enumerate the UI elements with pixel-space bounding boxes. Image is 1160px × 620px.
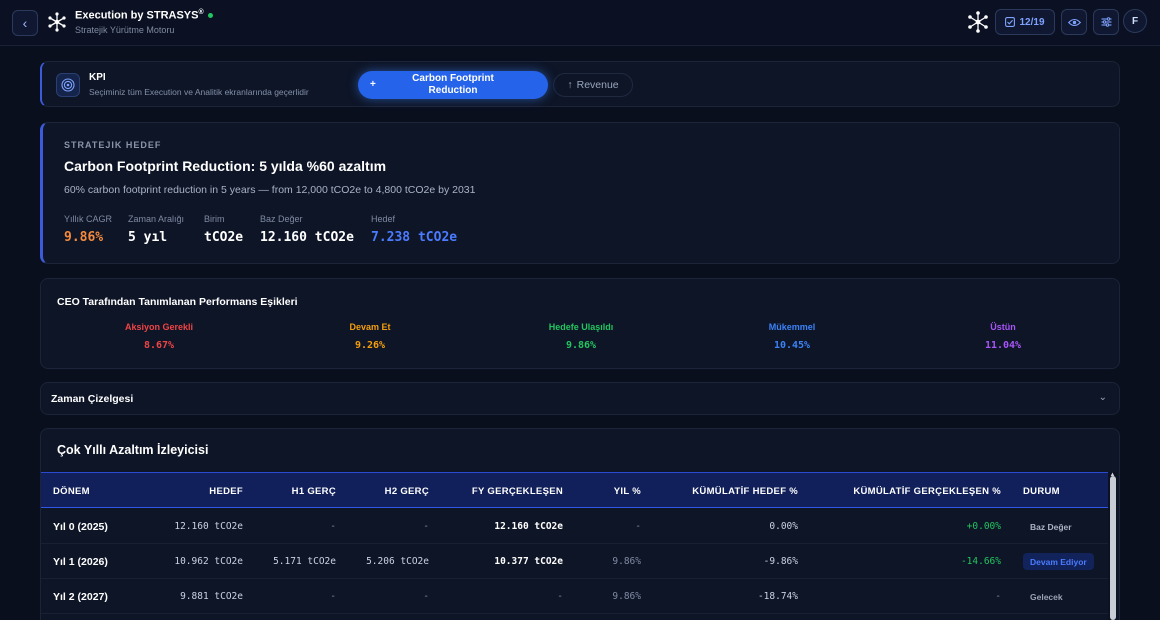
threshold-target-achieved: Hedefe Ulaşıldı 9.86%	[548, 322, 614, 351]
progress-counter-button[interactable]: 12/19	[995, 9, 1055, 35]
performance-thresholds-panel: CEO Tarafından Tanımlanan Performans Eşi…	[40, 278, 1120, 369]
timeline-accordion[interactable]: Zaman Çizelgesi ⌄	[40, 382, 1120, 415]
status-badge: Gelecek	[1030, 591, 1063, 602]
column-header: DÖNEM	[53, 486, 90, 497]
goal-title: Carbon Footprint Reduction: 5 yılda %60 …	[64, 158, 387, 174]
arrow-up-icon: ↑	[567, 79, 573, 91]
column-header: KÜMÜLATİF GERÇEKLEŞEN %	[853, 486, 1001, 497]
column-header: FY GERÇEKLEŞEN	[471, 486, 563, 497]
metric-target: Hedef 7.238 tCO2e	[371, 214, 458, 245]
strategic-goal-panel: STRATEJIK HEDEF Carbon Footprint Reducti…	[40, 122, 1120, 264]
table-row: Yıl 1 (2026) 10.962 tCO2e 5.171 tCO2e 5.…	[41, 544, 1109, 579]
scroll-up-arrow-icon[interactable]: ▲	[1108, 472, 1117, 478]
column-header: KÜMÜLATİF HEDEF %	[692, 486, 798, 497]
user-avatar[interactable]: F	[1123, 9, 1147, 33]
settings-sliders-button[interactable]	[1093, 9, 1119, 35]
kpi-selector-panel: KPI Seçiminiz tüm Execution ve Analitik …	[40, 61, 1120, 107]
network-logo-icon	[48, 12, 66, 32]
threshold-excellent: Mükemmel 10.45%	[768, 322, 816, 351]
top-bar: ‹ Execution by STRASYS® Stratejik Yürütm…	[0, 0, 1160, 46]
app-title: Execution by STRASYS®	[75, 9, 213, 22]
kpi-option-label: Carbon Footprint Reduction	[412, 73, 494, 96]
view-toggle-button[interactable]	[1061, 9, 1087, 35]
threshold-action-required: Aksiyon Gerekli 8.67%	[124, 322, 194, 351]
column-header: YIL %	[613, 486, 641, 497]
table-row: Yıl 2 (2027) 9.881 tCO2e - - - 9.86% -18…	[41, 579, 1109, 614]
metric-unit: Birim tCO2e	[204, 214, 244, 245]
tracker-title: Çok Yıllı Azaltım İzleyicisi	[57, 443, 209, 457]
checklist-icon	[1005, 17, 1016, 27]
plus-icon: +	[370, 79, 376, 90]
kpi-option-carbon-footprint[interactable]: + Carbon Footprint Reduction	[358, 71, 548, 99]
column-header: H1 GERÇ	[291, 486, 336, 497]
kpi-option-revenue[interactable]: ↑ Revenue	[553, 73, 633, 97]
status-badge: Devam Ediyor	[1023, 553, 1094, 570]
kpi-label: KPI	[89, 72, 106, 83]
network-hub-icon[interactable]	[966, 10, 990, 34]
threshold-superior: Üstün 11.04%	[984, 322, 1022, 351]
goal-kicker: STRATEJIK HEDEF	[64, 140, 162, 150]
table-row: Yıl 0 (2025) 12.160 tCO2e - - 12.160 tCO…	[41, 509, 1109, 544]
back-button[interactable]: ‹	[12, 10, 38, 36]
online-status-dot	[207, 13, 213, 19]
metric-time-range: Zaman Aralığı 5 yıl	[128, 214, 185, 245]
sliders-icon	[1101, 17, 1111, 27]
column-header: DURUM	[1023, 486, 1060, 497]
thresholds-title: CEO Tarafından Tanımlanan Performans Eşi…	[57, 296, 298, 308]
reduction-tracker-panel: Çok Yıllı Azaltım İzleyicisi DÖNEM HEDEF…	[40, 428, 1120, 620]
metric-cagr: Yıllık CAGR 9.86%	[64, 214, 113, 245]
threshold-continue: Devam Et 9.26%	[349, 322, 391, 351]
goal-description: 60% carbon footprint reduction in 5 year…	[64, 184, 476, 196]
column-header: HEDEF	[209, 486, 243, 497]
table-header: DÖNEM HEDEF H1 GERÇ H2 GERÇ FY GERÇEKLEŞ…	[41, 472, 1109, 508]
chevron-left-icon: ‹	[22, 15, 28, 31]
metric-base-value: Baz Değer 12.160 tCO2e	[260, 214, 354, 245]
app-subtitle: Stratejik Yürütme Motoru	[75, 25, 175, 35]
timeline-title: Zaman Çizelgesi	[51, 393, 134, 405]
kpi-hint: Seçiminiz tüm Execution ve Analitik ekra…	[89, 87, 309, 97]
target-icon	[56, 73, 80, 97]
eye-icon	[1067, 18, 1081, 26]
kpi-option-label: Revenue	[576, 79, 619, 91]
progress-counter: 12/19	[1019, 16, 1045, 28]
status-badge: Baz Değer	[1030, 521, 1072, 532]
column-header: H2 GERÇ	[384, 486, 429, 497]
chevron-down-icon: ⌄	[1098, 392, 1107, 403]
table-scrollbar-thumb[interactable]	[1110, 476, 1116, 620]
